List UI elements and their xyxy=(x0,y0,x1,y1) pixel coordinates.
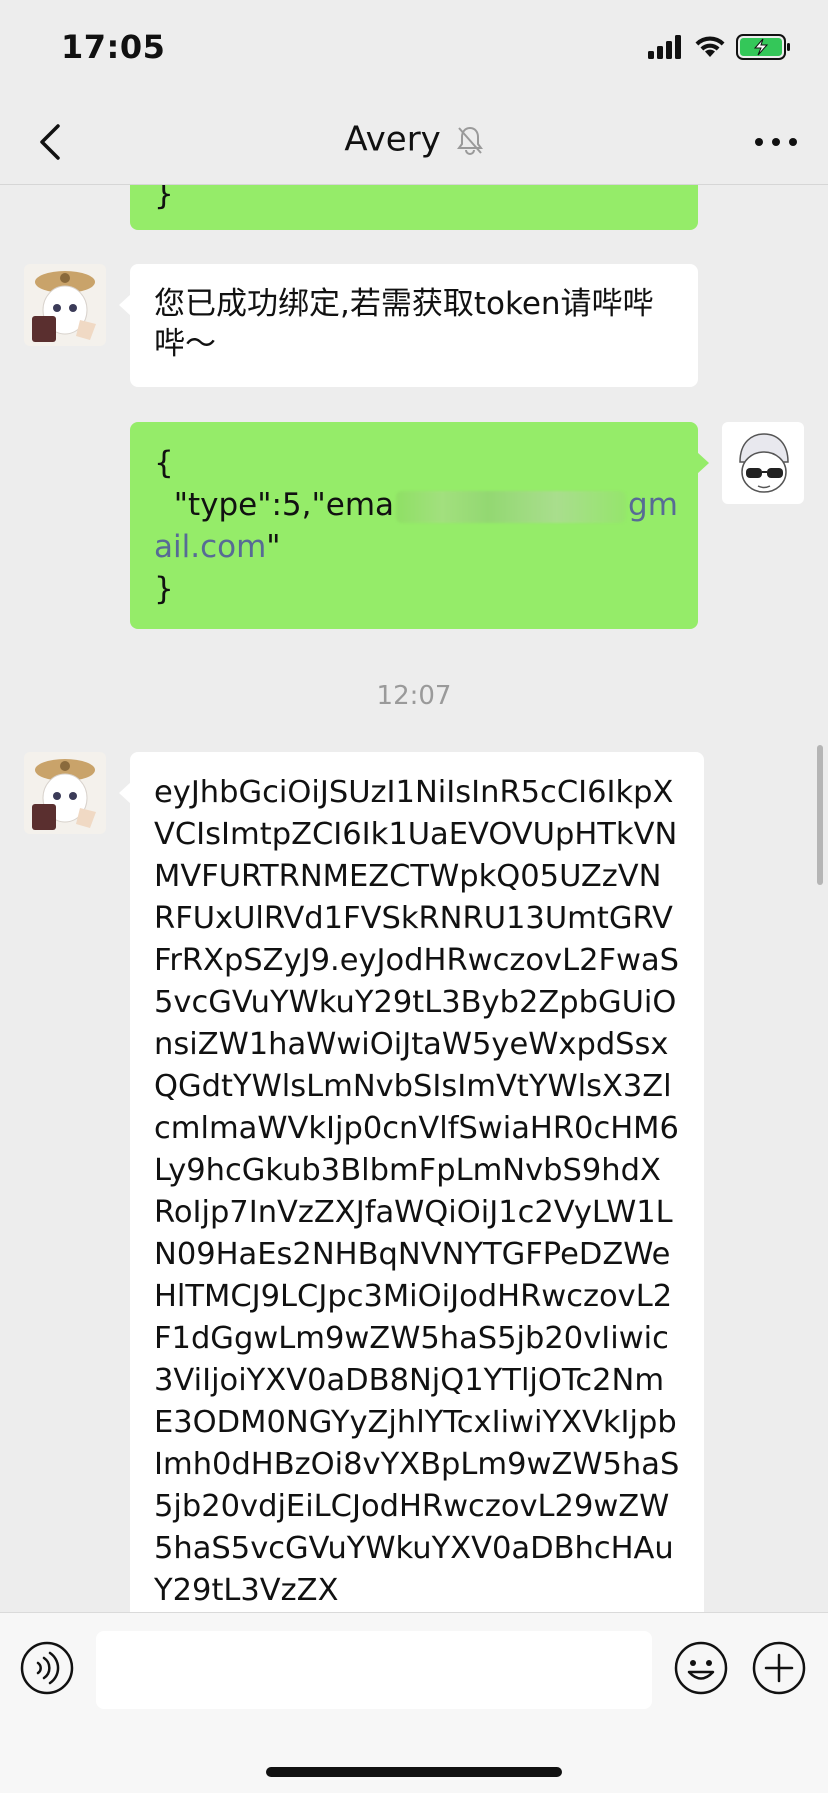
chat-title: Avery xyxy=(0,118,828,160)
chat-header: Avery xyxy=(0,98,828,185)
battery-charging-icon xyxy=(736,34,790,60)
voice-input-button[interactable] xyxy=(20,1641,74,1695)
received-message-bubble[interactable]: 您已成功绑定,若需获取token请哔哔哔～ xyxy=(119,264,698,387)
my-avatar[interactable] xyxy=(722,422,804,504)
more-horizontal-icon xyxy=(755,138,797,146)
message-text: "type":5,"ema xyxy=(154,487,395,523)
message-text-line: ail.com" xyxy=(154,526,674,568)
message-text: " xyxy=(266,529,281,565)
message-text-line: "type":5,"ema gm xyxy=(154,484,678,526)
contact-avatar[interactable] xyxy=(24,752,106,834)
message-text-line: } xyxy=(154,571,174,607)
wifi-icon xyxy=(695,36,725,57)
contact-name: Avery xyxy=(344,119,441,160)
home-indicator[interactable] xyxy=(266,1767,562,1777)
message-text: } xyxy=(154,185,174,212)
emoji-button[interactable] xyxy=(674,1641,728,1695)
chat-scrollbar[interactable] xyxy=(817,745,823,885)
status-time: 17:05 xyxy=(61,28,166,66)
avatar-image xyxy=(24,752,106,834)
message-text: eyJhbGciOiJSUzI1NiIsInR5cCI6IkpXVCIsImtp… xyxy=(154,775,680,1608)
sent-message-bubble[interactable]: { "type":5,"ema gm ail.com" } xyxy=(130,422,709,629)
sent-message-bubble[interactable]: } xyxy=(130,185,698,230)
status-bar: 17:05 xyxy=(0,0,828,98)
message-timestamp: 12:07 xyxy=(376,681,452,711)
emoji-icon xyxy=(674,1641,728,1695)
contact-avatar[interactable] xyxy=(24,264,106,346)
avatar-image xyxy=(24,264,106,346)
message-text-line: { xyxy=(154,445,174,481)
more-actions-button[interactable] xyxy=(752,1641,806,1695)
chat-message-list[interactable]: } 您已成功绑定,若需获取token请哔哔哔～ { "type":5,"ema g… xyxy=(0,185,828,1612)
message-text: 您已成功绑定,若需获取token请哔哔哔～ xyxy=(154,286,654,362)
email-link[interactable]: gm xyxy=(628,487,678,523)
message-input-bar xyxy=(0,1612,828,1793)
avatar-image xyxy=(722,422,804,504)
more-button[interactable] xyxy=(748,116,804,168)
voice-icon xyxy=(20,1641,74,1695)
message-text-input[interactable] xyxy=(96,1631,652,1709)
cellular-signal-icon xyxy=(648,35,681,59)
received-message-bubble[interactable]: eyJhbGciOiJSUzI1NiIsInR5cCI6IkpXVCIsImtp… xyxy=(119,752,704,1612)
email-link[interactable]: ail.com xyxy=(154,529,266,565)
plus-circle-icon xyxy=(752,1641,806,1695)
redacted-text xyxy=(396,490,627,523)
bell-off-icon xyxy=(456,126,483,155)
status-icons xyxy=(648,34,792,60)
